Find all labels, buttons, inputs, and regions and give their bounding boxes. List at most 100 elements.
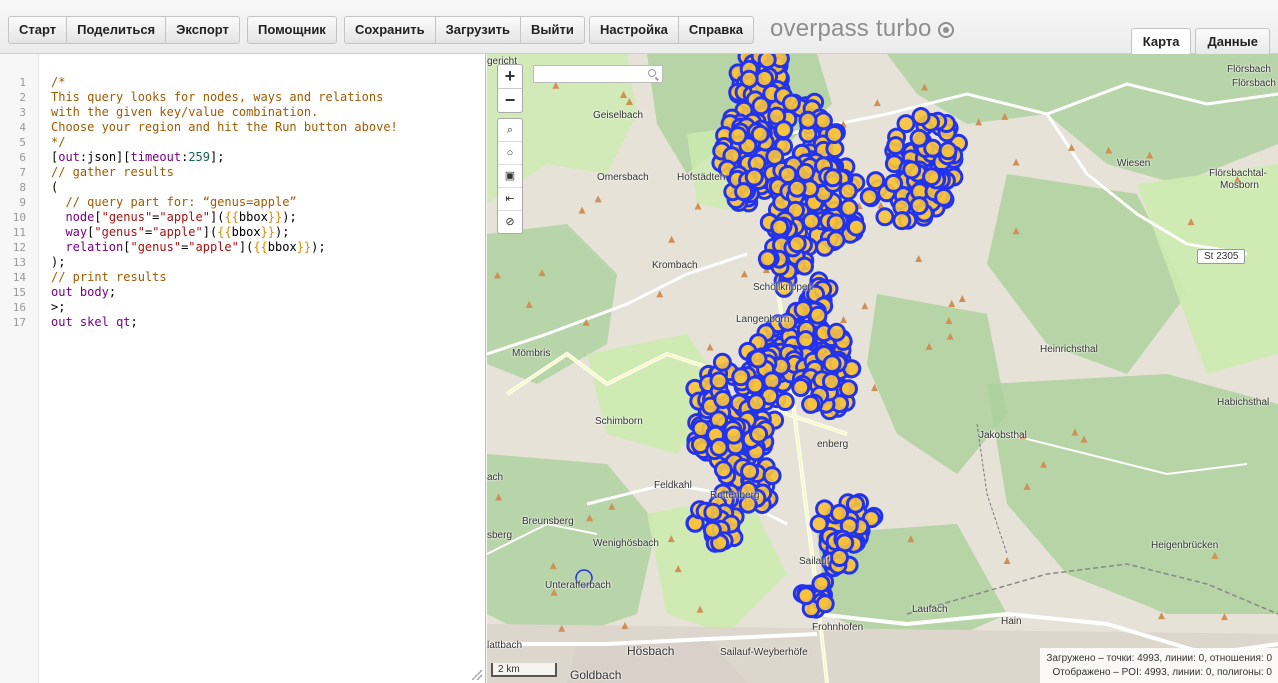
poi-marker[interactable] xyxy=(755,69,774,88)
poi-marker[interactable] xyxy=(709,371,729,391)
poi-marker[interactable] xyxy=(902,160,922,180)
poi-marker[interactable] xyxy=(838,181,858,201)
poi-marker[interactable] xyxy=(813,111,833,131)
poi-marker[interactable] xyxy=(830,503,849,523)
place-label: Flörsbachtal- xyxy=(1209,168,1267,179)
fullscreen-icon[interactable]: ⇤ xyxy=(498,188,522,211)
poi-marker[interactable] xyxy=(811,574,831,594)
poi-marker[interactable] xyxy=(827,322,847,342)
poi-marker[interactable] xyxy=(709,437,729,457)
poi-marker[interactable] xyxy=(745,375,765,395)
zoom-out-button[interactable]: − xyxy=(498,89,522,112)
poi-marker[interactable] xyxy=(747,393,766,413)
poi-marker[interactable] xyxy=(824,125,844,144)
poi-marker[interactable] xyxy=(703,502,723,522)
poi-marker[interactable] xyxy=(826,230,846,250)
poi-marker[interactable] xyxy=(751,96,771,116)
poi-marker[interactable] xyxy=(748,349,768,369)
wizard-button[interactable]: Помощник xyxy=(248,17,336,43)
poi-marker[interactable] xyxy=(909,196,929,216)
poi-marker[interactable] xyxy=(757,54,777,70)
poi-marker[interactable] xyxy=(713,390,733,409)
zoom-in-button[interactable]: + xyxy=(498,65,522,89)
poi-marker[interactable] xyxy=(762,371,782,391)
resize-handle[interactable] xyxy=(472,670,482,680)
poi-marker[interactable] xyxy=(757,249,777,269)
map-view[interactable]: gericht Flörsbach Flörsbach Geiselbach O… xyxy=(487,54,1278,683)
poi-marker[interactable] xyxy=(826,213,846,233)
poi-marker[interactable] xyxy=(712,352,732,372)
poi-marker[interactable] xyxy=(892,211,912,231)
settings-button[interactable]: Настройка xyxy=(590,17,679,43)
hide-data-icon[interactable]: ⊘ xyxy=(498,211,522,233)
poi-marker[interactable] xyxy=(775,392,795,411)
poi-marker[interactable] xyxy=(822,354,842,374)
poi-marker[interactable] xyxy=(801,394,821,414)
code-line: 7// gather results xyxy=(0,165,398,180)
poi-marker[interactable] xyxy=(796,586,816,606)
poi-marker[interactable] xyxy=(796,330,816,350)
tab-map[interactable]: Карта xyxy=(1130,28,1192,55)
poi-marker[interactable] xyxy=(795,256,814,276)
place-label: Krombach xyxy=(652,260,698,271)
poi-marker[interactable] xyxy=(724,425,744,445)
poi-marker[interactable] xyxy=(911,107,931,126)
logout-button[interactable]: Выйти xyxy=(521,17,584,43)
share-button[interactable]: Поделиться xyxy=(67,17,167,43)
poi-marker[interactable] xyxy=(749,424,769,444)
poi-marker[interactable] xyxy=(823,168,843,188)
save-button[interactable]: Сохранить xyxy=(345,17,436,43)
poi-marker[interactable] xyxy=(770,217,790,237)
poi-marker[interactable] xyxy=(791,378,811,397)
toolbar-group-storage: Сохранить Загрузить Выйти xyxy=(344,16,585,44)
poi-marker[interactable] xyxy=(801,211,821,231)
poi-marker[interactable] xyxy=(744,167,764,187)
poi-marker[interactable] xyxy=(938,141,958,161)
poi-marker[interactable] xyxy=(798,110,818,130)
poi-marker[interactable] xyxy=(922,167,942,187)
poi-marker[interactable] xyxy=(793,300,813,319)
poi-marker[interactable] xyxy=(886,136,906,156)
query-editor[interactable]: 1/* 2 This query looks for nodes, ways an… xyxy=(0,54,486,683)
export-button[interactable]: Экспорт xyxy=(166,17,239,43)
place-label: Mosborn xyxy=(1220,180,1259,191)
poi-marker[interactable] xyxy=(846,217,866,237)
locate-icon[interactable]: ○ xyxy=(498,142,522,165)
poi-marker[interactable] xyxy=(846,494,865,514)
poi-marker[interactable] xyxy=(875,207,895,227)
poi-marker[interactable] xyxy=(839,198,859,218)
poi-marker[interactable] xyxy=(713,460,733,480)
poi-marker[interactable] xyxy=(815,594,835,614)
poi-marker[interactable] xyxy=(734,182,754,202)
load-button[interactable]: Загрузить xyxy=(436,17,522,43)
poi-marker[interactable] xyxy=(781,93,801,113)
place-label: Sailauf-Weyberhöfe xyxy=(720,647,808,658)
run-button[interactable]: Старт xyxy=(9,17,68,43)
help-button[interactable]: Справка xyxy=(679,17,753,43)
poi-marker[interactable] xyxy=(740,461,760,481)
tab-data[interactable]: Данные xyxy=(1195,28,1270,55)
poi-marker[interactable] xyxy=(934,187,954,207)
poi-marker[interactable] xyxy=(728,126,748,146)
map-search-input[interactable] xyxy=(533,65,663,83)
poi-marker[interactable] xyxy=(884,173,904,193)
place-label: Sailauf xyxy=(799,556,830,567)
poi-marker[interactable] xyxy=(787,178,807,198)
poi-marker[interactable] xyxy=(909,128,929,148)
poi-marker[interactable] xyxy=(787,234,807,254)
zoom-to-data-icon[interactable]: ⌕ xyxy=(498,119,522,142)
image-export-icon[interactable]: ▣ xyxy=(498,165,522,188)
poi-marker[interactable] xyxy=(739,69,759,89)
poi-marker[interactable] xyxy=(796,162,816,182)
line-number: 9 xyxy=(19,196,26,209)
poi-marker[interactable] xyxy=(762,466,782,486)
poi-marker[interactable] xyxy=(702,520,722,540)
poi-marker[interactable] xyxy=(821,372,841,391)
code-area[interactable]: 1/* 2 This query looks for nodes, ways an… xyxy=(0,75,398,330)
toolbar-group-settings: Настройка Справка xyxy=(589,16,754,44)
poi-marker[interactable] xyxy=(839,379,858,399)
poi-marker[interactable] xyxy=(774,120,794,140)
poi-marker[interactable] xyxy=(859,187,879,207)
poi-marker[interactable] xyxy=(750,124,770,144)
poi-marker[interactable] xyxy=(830,548,849,567)
